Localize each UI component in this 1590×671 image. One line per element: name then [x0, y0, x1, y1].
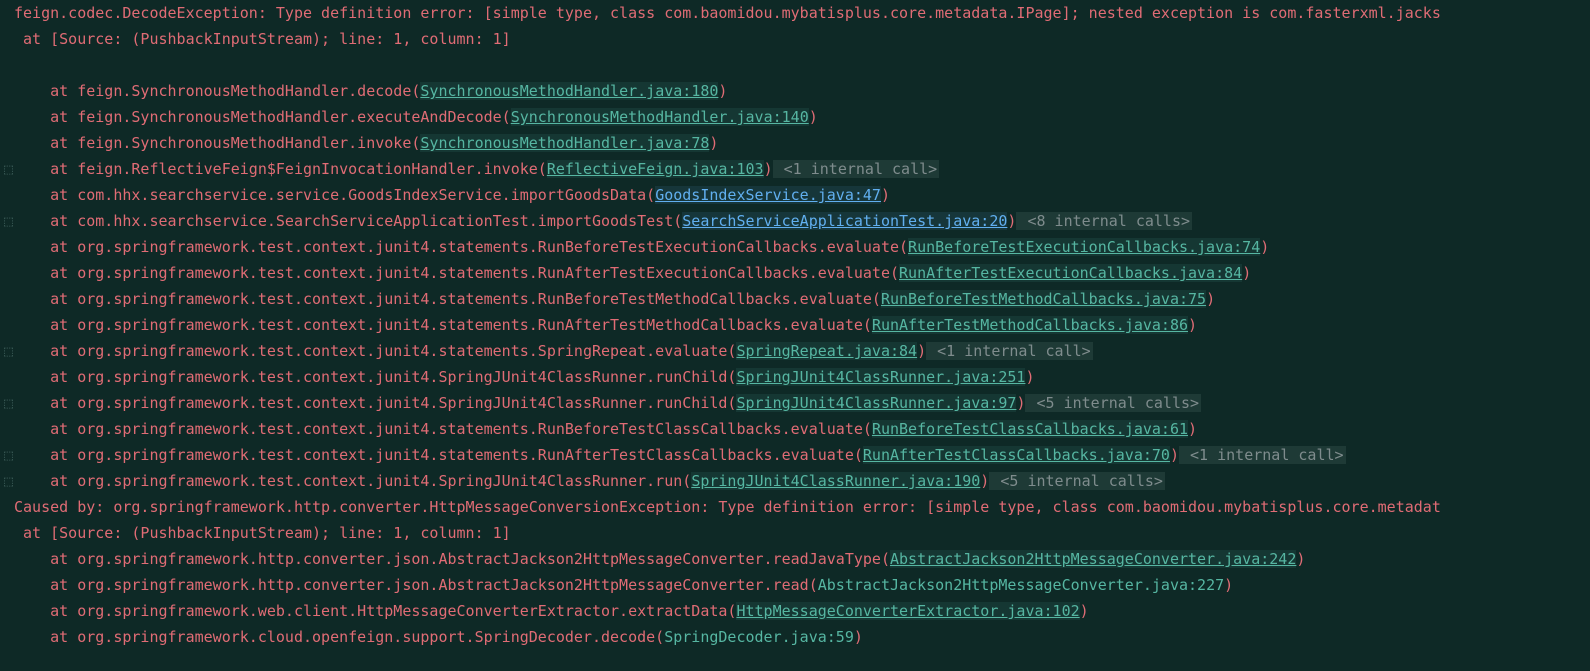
stack-trace-line: at [Source: (PushbackInputStream); line:… [4, 520, 1586, 546]
paren-close: ) [917, 342, 926, 360]
source-link[interactable]: RunBeforeTestExecutionCallbacks.java:74 [908, 238, 1260, 256]
source-link[interactable]: AbstractJackson2HttpMessageConverter.jav… [890, 550, 1296, 568]
source-link[interactable]: SearchServiceApplicationTest.java:20 [682, 212, 1007, 230]
stack-frame-text: at org.springframework.cloud.openfeign.s… [14, 628, 664, 646]
internal-calls-badge[interactable]: <8 internal calls> [1016, 212, 1192, 230]
stack-trace-line: Caused by: org.springframework.http.conv… [4, 494, 1586, 520]
internal-calls-badge[interactable]: <1 internal call> [1179, 446, 1346, 464]
stack-trace-line: at org.springframework.test.context.juni… [4, 364, 1586, 390]
stack-frame-text: at com.hhx.searchservice.SearchServiceAp… [14, 212, 682, 230]
stack-trace-line: at org.springframework.http.converter.js… [4, 572, 1586, 598]
caused-by-source: at [Source: (PushbackInputStream); line:… [14, 524, 511, 542]
stack-trace-line: at org.springframework.test.context.juni… [4, 416, 1586, 442]
paren-close: ) [1224, 576, 1233, 594]
stack-frame-text: at org.springframework.test.context.juni… [14, 368, 736, 386]
stack-frame-text: at feign.ReflectiveFeign$FeignInvocation… [14, 160, 547, 178]
stack-frame-text: at org.springframework.test.context.juni… [14, 290, 881, 308]
source-link[interactable]: ReflectiveFeign.java:103 [547, 160, 764, 178]
stack-frame-text: at feign.SynchronousMethodHandler.invoke… [14, 134, 420, 152]
stack-frame-text: at org.springframework.test.context.juni… [14, 420, 872, 438]
paren-close: ) [1296, 550, 1305, 568]
stack-trace-line: at feign.SynchronousMethodHandler.invoke… [4, 130, 1586, 156]
source-link: AbstractJackson2HttpMessageConverter.jav… [818, 576, 1224, 594]
source-link[interactable]: SpringJUnit4ClassRunner.java:97 [736, 394, 1016, 412]
stack-trace-line: at org.springframework.test.context.juni… [4, 312, 1586, 338]
internal-calls-badge[interactable]: <5 internal calls> [1025, 394, 1201, 412]
stack-trace-line: ⬚ at feign.ReflectiveFeign$FeignInvocati… [4, 156, 1586, 182]
stack-trace-line: at [Source: (PushbackInputStream); line:… [4, 26, 1586, 52]
paren-close: ) [709, 134, 718, 152]
stack-trace-line: ⬚ at org.springframework.test.context.ju… [4, 442, 1586, 468]
paren-close: ) [718, 82, 727, 100]
internal-calls-badge[interactable]: <1 internal call> [773, 160, 940, 178]
stack-frame-text: at org.springframework.test.context.juni… [14, 472, 691, 490]
paren-close: ) [1188, 316, 1197, 334]
stack-trace-line: at feign.SynchronousMethodHandler.decode… [4, 78, 1586, 104]
internal-calls-badge[interactable]: <1 internal call> [926, 342, 1093, 360]
blank-line [14, 56, 23, 74]
internal-calls-badge[interactable]: <5 internal calls> [989, 472, 1165, 490]
source-link[interactable]: SpringJUnit4ClassRunner.java:190 [691, 472, 980, 490]
paren-close: ) [764, 160, 773, 178]
stack-trace-line: at org.springframework.http.converter.js… [4, 546, 1586, 572]
source-link[interactable]: RunAfterTestExecutionCallbacks.java:84 [899, 264, 1242, 282]
stack-trace-line: at org.springframework.cloud.openfeign.s… [4, 624, 1586, 650]
paren-close: ) [1242, 264, 1251, 282]
stack-frame-text: at org.springframework.http.converter.js… [14, 576, 818, 594]
paren-close: ) [854, 628, 863, 646]
source-link[interactable]: RunBeforeTestMethodCallbacks.java:75 [881, 290, 1206, 308]
stack-frame-text: at com.hhx.searchservice.service.GoodsIn… [14, 186, 655, 204]
stack-frame-text: at feign.SynchronousMethodHandler.decode… [14, 82, 420, 100]
stack-frame-text: at feign.SynchronousMethodHandler.execut… [14, 108, 511, 126]
paren-close: ) [1170, 446, 1179, 464]
stack-frame-text: at org.springframework.test.context.juni… [14, 394, 736, 412]
source-link: SpringDecoder.java:59 [664, 628, 854, 646]
stack-trace-line: ⬚ at org.springframework.test.context.ju… [4, 390, 1586, 416]
stack-trace-line: at com.hhx.searchservice.service.GoodsIn… [4, 182, 1586, 208]
stack-trace-line [4, 52, 1586, 78]
paren-close: ) [1025, 368, 1034, 386]
exception-message: feign.codec.DecodeException: Type defini… [14, 4, 1441, 22]
console-output: feign.codec.DecodeException: Type defini… [4, 0, 1586, 650]
stack-trace-line: ⬚ at org.springframework.test.context.ju… [4, 338, 1586, 364]
exception-source: at [Source: (PushbackInputStream); line:… [14, 30, 511, 48]
stack-frame-text: at org.springframework.web.client.HttpMe… [14, 602, 736, 620]
paren-close: ) [1206, 290, 1215, 308]
stack-trace-line: at org.springframework.web.client.HttpMe… [4, 598, 1586, 624]
paren-close: ) [1260, 238, 1269, 256]
stack-trace-line: at org.springframework.test.context.juni… [4, 234, 1586, 260]
source-link[interactable]: SpringJUnit4ClassRunner.java:251 [736, 368, 1025, 386]
stack-trace-line: at org.springframework.test.context.juni… [4, 286, 1586, 312]
stack-frame-text: at org.springframework.http.converter.js… [14, 550, 890, 568]
stack-trace-line: feign.codec.DecodeException: Type defini… [4, 0, 1586, 26]
paren-close: ) [1188, 420, 1197, 438]
source-link[interactable]: RunAfterTestMethodCallbacks.java:86 [872, 316, 1188, 334]
source-link[interactable]: SynchronousMethodHandler.java:140 [511, 108, 809, 126]
stack-trace-line: ⬚ at com.hhx.searchservice.SearchService… [4, 208, 1586, 234]
paren-close: ) [980, 472, 989, 490]
stack-frame-text: at org.springframework.test.context.juni… [14, 264, 899, 282]
source-link[interactable]: SpringRepeat.java:84 [736, 342, 917, 360]
source-link[interactable]: GoodsIndexService.java:47 [655, 186, 881, 204]
source-link[interactable]: RunBeforeTestClassCallbacks.java:61 [872, 420, 1188, 438]
stack-trace-line: at org.springframework.test.context.juni… [4, 260, 1586, 286]
stack-trace-line: at feign.SynchronousMethodHandler.execut… [4, 104, 1586, 130]
source-link[interactable]: SynchronousMethodHandler.java:78 [420, 134, 709, 152]
caused-by-message: Caused by: org.springframework.http.conv… [14, 498, 1441, 516]
stack-frame-text: at org.springframework.test.context.juni… [14, 316, 872, 334]
source-link[interactable]: RunAfterTestClassCallbacks.java:70 [863, 446, 1170, 464]
paren-close: ) [1080, 602, 1089, 620]
stack-frame-text: at org.springframework.test.context.juni… [14, 342, 736, 360]
stack-frame-text: at org.springframework.test.context.juni… [14, 446, 863, 464]
paren-close: ) [881, 186, 890, 204]
stack-frame-text: at org.springframework.test.context.juni… [14, 238, 908, 256]
source-link[interactable]: HttpMessageConverterExtractor.java:102 [736, 602, 1079, 620]
stack-trace-line: ⬚ at org.springframework.test.context.ju… [4, 468, 1586, 494]
source-link[interactable]: SynchronousMethodHandler.java:180 [420, 82, 718, 100]
paren-close: ) [809, 108, 818, 126]
